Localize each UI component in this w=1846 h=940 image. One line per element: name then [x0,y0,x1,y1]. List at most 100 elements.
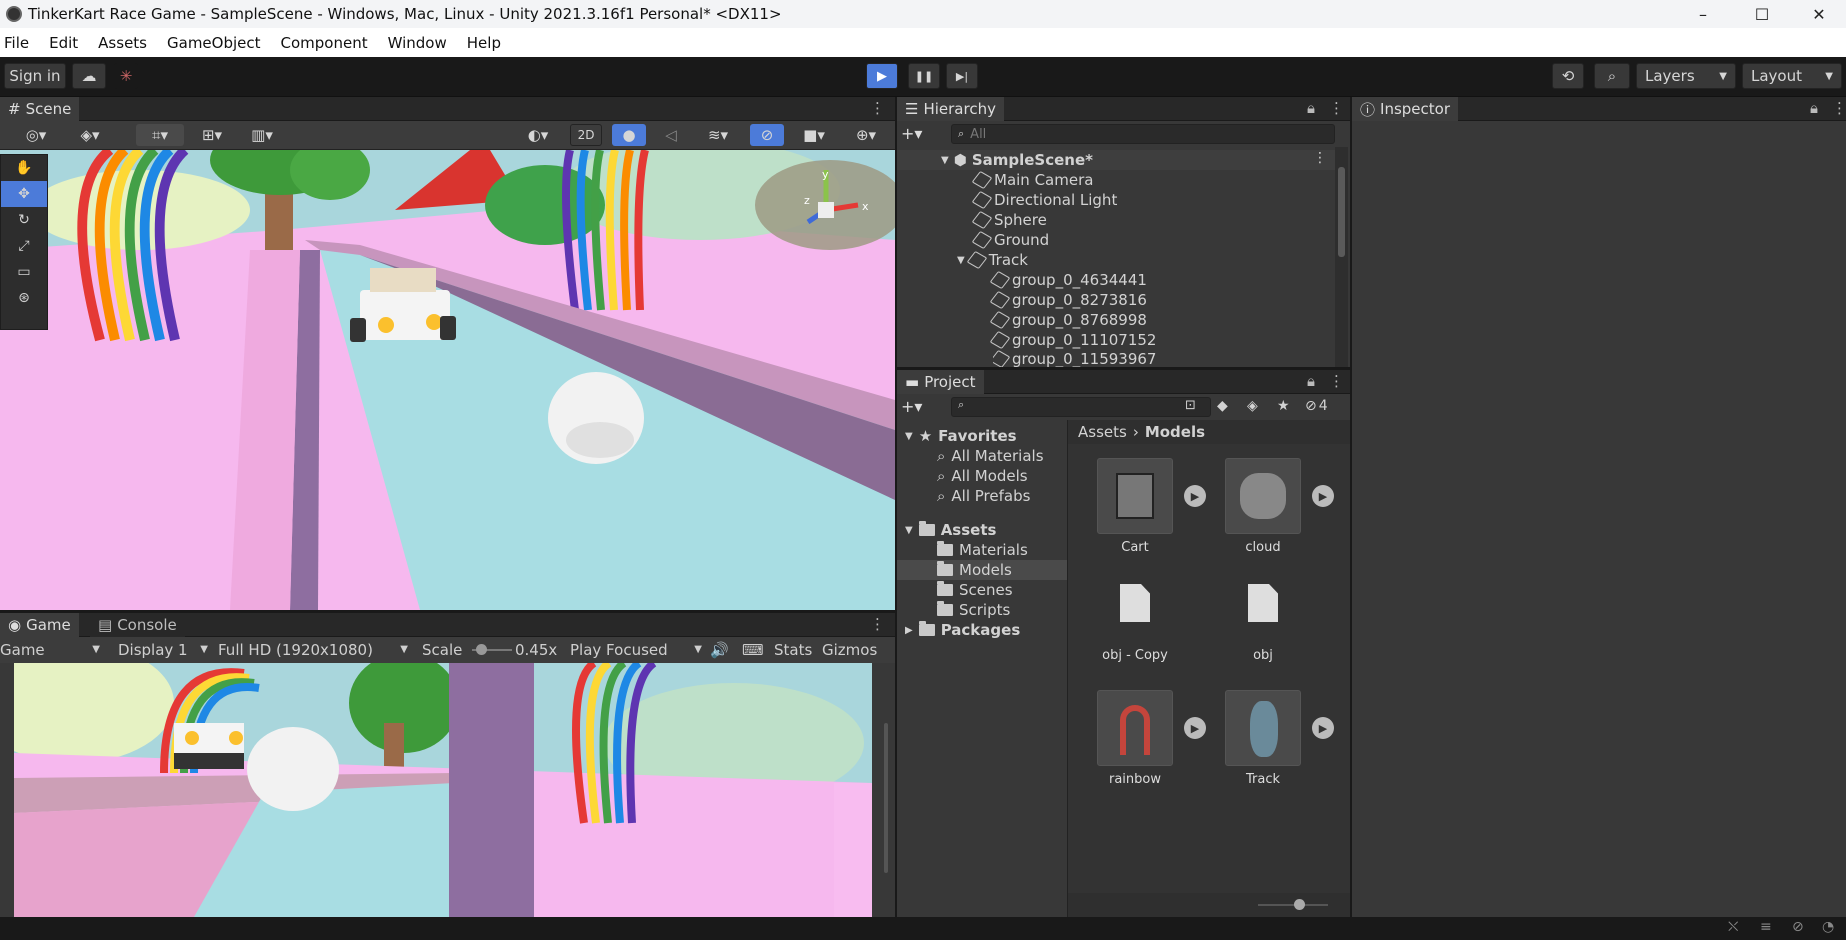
menu-file[interactable]: File [0,34,37,52]
tree-favorites[interactable]: ▼ ★ Favorites [905,426,1017,446]
grid-snap-icon[interactable]: ⌗▾ [136,124,184,146]
more-icon[interactable]: ⋮ [870,615,885,633]
tree-fav-item[interactable]: ⌕ All Models [937,466,1028,486]
audio-mute-icon[interactable]: ◁ [656,124,686,146]
play-focused-dropdown[interactable]: Play Focused ▼ [570,637,702,662]
tree-folder-selected[interactable]: Models [897,560,1067,580]
tree-packages[interactable]: ▶ Packages [905,620,1020,640]
favorite-star-icon[interactable]: ★ [1277,398,1290,414]
transform-tool-icon[interactable]: ⊛ [1,285,47,311]
tree-folder[interactable]: Scripts [937,600,1010,620]
camera-orbit-icon[interactable]: ◐▾ [516,124,560,146]
hand-tool-icon[interactable]: ✋ [1,155,47,181]
hierarchy-item[interactable]: Directional Light [971,190,1117,210]
tree-fav-item[interactable]: ⌕ All Materials [937,446,1044,466]
menu-edit[interactable]: Edit [41,34,86,52]
more-icon[interactable]: ⋮ [1329,372,1344,390]
hierarchy-item[interactable]: Ground [971,230,1049,250]
display-dropdown[interactable]: Display 1 ▼ [118,637,208,662]
expand-arrow-icon[interactable]: ▼ [905,431,913,442]
tab-hierarchy[interactable]: ☰ Hierarchy [897,97,1004,121]
tab-inspector[interactable]: ⓘ Inspector [1352,97,1458,121]
scale-slider[interactable] [472,644,512,655]
stats-button[interactable]: Stats [774,637,812,662]
step-button[interactable]: ▶| [946,63,978,89]
shading-icon[interactable]: ◈▾ [68,124,112,146]
hierarchy-scrollbar[interactable] [1335,147,1348,367]
play-preview-icon[interactable]: ▶ [1312,485,1334,507]
scene-row[interactable]: ▼ ⬢ SampleScene* ⋮ [897,150,1337,170]
more-icon[interactable]: ⋮ [1329,99,1344,117]
debug-icon[interactable]: ⛌ [1728,919,1738,935]
gizmos-button[interactable]: Gizmos [822,637,877,662]
camera-icon[interactable]: ■▾ [792,124,836,146]
tree-folder[interactable]: Materials [937,540,1028,560]
more-icon[interactable]: ⋮ [870,99,885,117]
play-preview-icon[interactable]: ▶ [1184,485,1206,507]
create-button[interactable]: +▾ [901,397,922,416]
add-button[interactable]: +▾ [901,124,922,143]
hierarchy-item[interactable]: group_0_4634441 [989,270,1147,290]
search-icon[interactable]: ⌕ [1594,63,1630,89]
menu-component[interactable]: Component [273,34,376,52]
tab-game[interactable]: ◉ Game [0,613,79,637]
layout-dropdown[interactable]: Layout ▼ [1742,63,1842,89]
rotate-tool-icon[interactable]: ↻ [1,207,47,233]
auto-generate-icon[interactable]: ⊘ [1792,919,1804,935]
sign-in-button[interactable]: Sign in [4,63,66,89]
hierarchy-item[interactable]: Main Camera [971,170,1093,190]
scale-tool-icon[interactable]: ⤢ [1,233,47,259]
collapse-arrow-icon[interactable]: ▶ [905,625,913,636]
game-view-dropdown[interactable]: Game ▼ [0,637,100,662]
menu-window[interactable]: Window [380,34,455,52]
menu-help[interactable]: Help [459,34,509,52]
layers-status-icon[interactable]: ≡ [1760,919,1772,935]
hierarchy-item[interactable]: group_0_8273816 [989,290,1147,310]
expand-arrow-icon[interactable]: ▼ [957,255,965,266]
minimize-button[interactable]: – [1674,0,1732,28]
layers-dropdown[interactable]: Layers ▼ [1636,63,1736,89]
tree-assets[interactable]: ▼ Assets [905,520,996,540]
more-icon[interactable]: ⋮ [1832,99,1846,117]
hierarchy-search-input[interactable]: ⌕ All [951,124,1335,144]
asset-item[interactable]: ▶ Track [1208,690,1334,787]
expand-arrow-icon[interactable]: ▼ [905,525,913,536]
asset-item[interactable]: obj [1208,576,1318,663]
lock-icon[interactable]: 🔒︎ [1307,99,1315,117]
hierarchy-item[interactable]: group_0_11593967 [993,350,1156,367]
asset-item[interactable]: ▶ rainbow [1080,690,1206,787]
play-button[interactable]: ▶ [866,63,898,89]
tree-fav-item[interactable]: ⌕ All Prefabs [937,486,1030,506]
history-icon[interactable]: ⟲ [1552,63,1584,89]
game-scrollbar[interactable] [872,663,895,917]
search-by-type-icon[interactable]: ⊡ [1185,398,1196,413]
pause-button[interactable]: ❚❚ [908,63,940,89]
effects-icon[interactable]: ≋▾ [696,124,740,146]
lighting-status-icon[interactable]: ◔ [1822,919,1834,935]
breadcrumb-item[interactable]: Assets [1078,423,1127,441]
expand-arrow-icon[interactable]: ▼ [941,155,949,166]
collab-icon[interactable]: ✳ [114,63,138,89]
hierarchy-item[interactable]: group_0_8768998 [989,310,1147,330]
maximize-button[interactable]: ☐ [1733,0,1791,28]
tab-scene[interactable]: # Scene [0,97,80,121]
filter-label-icon[interactable]: ◈ [1247,398,1258,414]
project-search-input[interactable]: ⌕ [951,397,1211,417]
filter-type-icon[interactable]: ◆ [1217,398,1228,414]
lighting-icon[interactable]: ● [612,124,646,146]
play-preview-icon[interactable]: ▶ [1312,717,1334,739]
breadcrumb-item[interactable]: Models [1145,423,1205,441]
play-preview-icon[interactable]: ▶ [1184,717,1206,739]
asset-item[interactable]: obj - Copy [1080,576,1190,663]
scene-viewport[interactable]: y x z ✋ ✥ ↻ ⤢ ▭ ⊛ [0,150,895,610]
tab-project[interactable]: ▬ Project [897,370,984,394]
hidden-packages-toggle[interactable]: ⊘ 4 [1305,398,1328,414]
mute-audio-icon[interactable]: 🔊 [710,637,729,662]
menu-assets[interactable]: Assets [90,34,155,52]
menu-gameobject[interactable]: GameObject [159,34,269,52]
asset-item[interactable]: ▶ cloud [1208,458,1334,555]
hierarchy-item[interactable]: group_0_11107152 [989,330,1156,350]
asset-item[interactable]: ▶ Cart [1080,458,1206,555]
icon-size-slider[interactable] [1258,899,1328,910]
tab-console[interactable]: ▤ Console [90,613,185,637]
